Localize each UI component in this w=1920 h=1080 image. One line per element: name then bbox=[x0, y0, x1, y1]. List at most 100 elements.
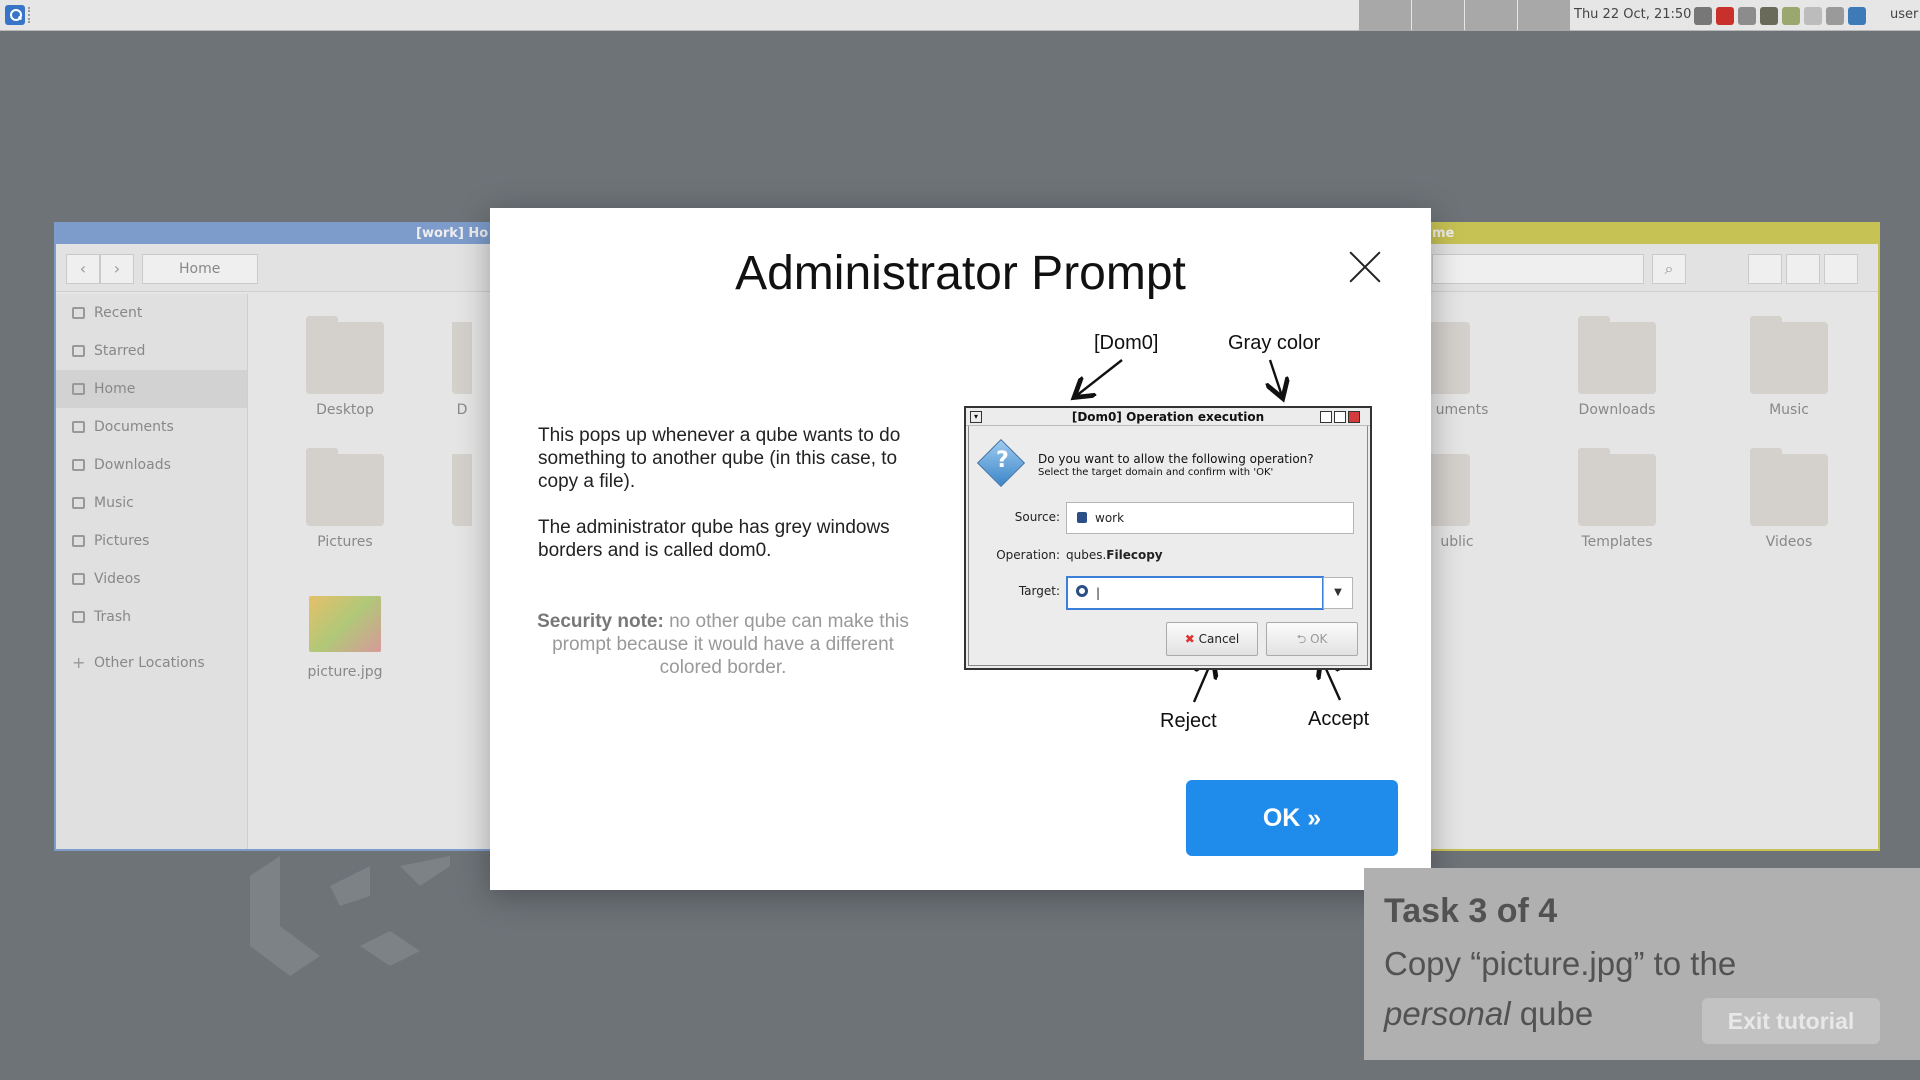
sidebar-item-trash[interactable]: Trash bbox=[56, 598, 247, 636]
operation-name: Filecopy bbox=[1106, 548, 1163, 562]
task-slot[interactable] bbox=[1412, 0, 1464, 31]
document-icon bbox=[72, 421, 85, 433]
close-icon[interactable] bbox=[1348, 250, 1382, 284]
lock-icon bbox=[1077, 512, 1087, 523]
folder-label: Downloads bbox=[1578, 402, 1656, 418]
description-paragraph: This pops up whenever a qube wants to do… bbox=[538, 425, 901, 492]
user-label[interactable]: user bbox=[1890, 7, 1918, 22]
folder-icon bbox=[1750, 316, 1828, 394]
sidebar-item-label: Videos bbox=[94, 571, 141, 587]
sidebar-item-recent[interactable]: Recent bbox=[56, 294, 247, 332]
path-home-button[interactable]: Home bbox=[142, 254, 258, 284]
task-slot[interactable] bbox=[1359, 0, 1411, 31]
clipboard-icon[interactable] bbox=[1782, 7, 1800, 25]
dom0-operation-dialog: ▾ [Dom0] Operation execution ? Do you wa… bbox=[964, 406, 1372, 670]
folder-videos[interactable]: Videos bbox=[1744, 448, 1834, 550]
folder-label: Desktop bbox=[316, 402, 374, 418]
ok-button[interactable]: ⮌ OK bbox=[1266, 622, 1358, 656]
folder-templates[interactable]: Templates bbox=[1572, 448, 1662, 550]
forward-button[interactable]: › bbox=[100, 254, 134, 284]
folder-desktop[interactable]: Desktop bbox=[300, 316, 390, 418]
sidebar-item-label: Trash bbox=[94, 609, 131, 625]
sidebar-item-downloads[interactable]: Downloads bbox=[56, 446, 247, 484]
network-icon[interactable] bbox=[1716, 7, 1734, 25]
folder-icon bbox=[452, 322, 472, 394]
task-slot[interactable] bbox=[1465, 0, 1517, 31]
exit-tutorial-button[interactable]: Exit tutorial bbox=[1702, 998, 1880, 1044]
sidebar-item-home[interactable]: Home bbox=[56, 370, 247, 408]
ok-next-button[interactable]: OK » bbox=[1186, 780, 1398, 856]
devices-icon[interactable] bbox=[1760, 7, 1778, 25]
folder-downloads[interactable]: Downloads bbox=[1572, 316, 1662, 418]
hamburger-menu-icon[interactable] bbox=[1824, 254, 1858, 284]
folder-partial[interactable] bbox=[452, 454, 472, 534]
sidebar-item-label: Music bbox=[94, 495, 134, 511]
system-tray bbox=[1694, 5, 1866, 27]
window-menu-icon[interactable]: ▾ bbox=[970, 411, 982, 423]
places-sidebar: Recent Starred Home Documents Downloads … bbox=[56, 294, 248, 849]
task-slot[interactable] bbox=[1518, 0, 1570, 31]
dialog-titlebar: ▾ [Dom0] Operation execution bbox=[966, 408, 1370, 426]
qubes-logo-watermark bbox=[250, 856, 450, 976]
sidebar-item-label: Starred bbox=[94, 343, 146, 359]
restore-icon[interactable] bbox=[1334, 411, 1346, 423]
sidebar-item-other-locations[interactable]: + Other Locations bbox=[56, 644, 247, 682]
operation-label: Operation: bbox=[996, 548, 1060, 562]
question-mark-glyph: ? bbox=[996, 448, 1009, 473]
task-title: Task 3 of 4 bbox=[1384, 892, 1558, 930]
view-options-icon[interactable] bbox=[1786, 254, 1820, 284]
dialog-title: [Dom0] Operation execution bbox=[1071, 410, 1265, 424]
annotation-reject: Reject bbox=[1160, 710, 1217, 732]
folder-documents[interactable]: uments bbox=[1422, 322, 1502, 418]
dialog-hint: Select the target domain and confirm wit… bbox=[1038, 467, 1274, 478]
plus-icon: + bbox=[72, 653, 86, 672]
sidebar-item-label: Recent bbox=[94, 305, 143, 321]
folder-public[interactable]: ublic bbox=[1422, 454, 1492, 550]
clock[interactable]: Thu 22 Oct, 21:50 bbox=[1574, 7, 1691, 22]
image-thumbnail bbox=[309, 596, 381, 652]
target-dropdown-button[interactable]: ▼ bbox=[1323, 577, 1353, 609]
target-label: Target: bbox=[1018, 584, 1060, 598]
sidebar-item-label: Documents bbox=[94, 419, 174, 435]
volume-icon[interactable] bbox=[1694, 7, 1712, 25]
list-view-icon[interactable] bbox=[1748, 254, 1782, 284]
close-icon[interactable] bbox=[1348, 411, 1360, 423]
view-controls bbox=[1748, 254, 1858, 284]
panel-grip bbox=[28, 7, 31, 23]
updates-icon[interactable] bbox=[1738, 7, 1756, 25]
download-icon bbox=[72, 459, 85, 471]
modal-title: Administrator Prompt bbox=[735, 247, 1186, 300]
star-icon bbox=[72, 345, 85, 357]
search-button[interactable]: ⌕ bbox=[1652, 254, 1686, 284]
folder-documents[interactable]: D bbox=[452, 322, 472, 418]
window-icon[interactable] bbox=[1826, 7, 1844, 25]
maximize-icon[interactable] bbox=[1320, 411, 1332, 423]
sidebar-item-starred[interactable]: Starred bbox=[56, 332, 247, 370]
task-line-rest: qube bbox=[1510, 995, 1594, 1032]
personal-file-manager-window: me ⌕ uments Downloads Music ublic Templa… bbox=[1420, 222, 1880, 851]
sidebar-item-music[interactable]: Music bbox=[56, 484, 247, 522]
camera-icon bbox=[72, 535, 85, 547]
target-input[interactable]: | bbox=[1066, 576, 1324, 610]
folder-pictures[interactable]: Pictures bbox=[300, 448, 390, 550]
dialog-question: Do you want to allow the following opera… bbox=[1038, 452, 1314, 466]
video-icon bbox=[72, 573, 85, 585]
sidebar-item-pictures[interactable]: Pictures bbox=[56, 522, 247, 560]
cancel-button[interactable]: ✖ Cancel bbox=[1166, 622, 1258, 656]
file-manager-toolbar: ‹ › Home bbox=[56, 244, 512, 292]
file-picture-jpg[interactable]: picture.jpg bbox=[300, 596, 390, 680]
path-bar[interactable] bbox=[1432, 254, 1644, 284]
qubes-menu-icon[interactable] bbox=[5, 5, 25, 25]
operation-prefix: qubes. bbox=[1066, 548, 1107, 562]
ok-arrow-icon: ⮌ bbox=[1296, 632, 1307, 646]
clock-icon bbox=[72, 307, 85, 319]
tutorial-modal: Administrator Prompt This pops up whenev… bbox=[490, 208, 1431, 890]
folder-label: uments bbox=[1435, 402, 1489, 418]
folder-music[interactable]: Music bbox=[1744, 316, 1834, 418]
qubes-icon[interactable] bbox=[1848, 7, 1866, 25]
disk-icon[interactable] bbox=[1804, 7, 1822, 25]
folder-label: D bbox=[456, 402, 468, 418]
sidebar-item-videos[interactable]: Videos bbox=[56, 560, 247, 598]
back-button[interactable]: ‹ bbox=[66, 254, 100, 284]
sidebar-item-documents[interactable]: Documents bbox=[56, 408, 247, 446]
